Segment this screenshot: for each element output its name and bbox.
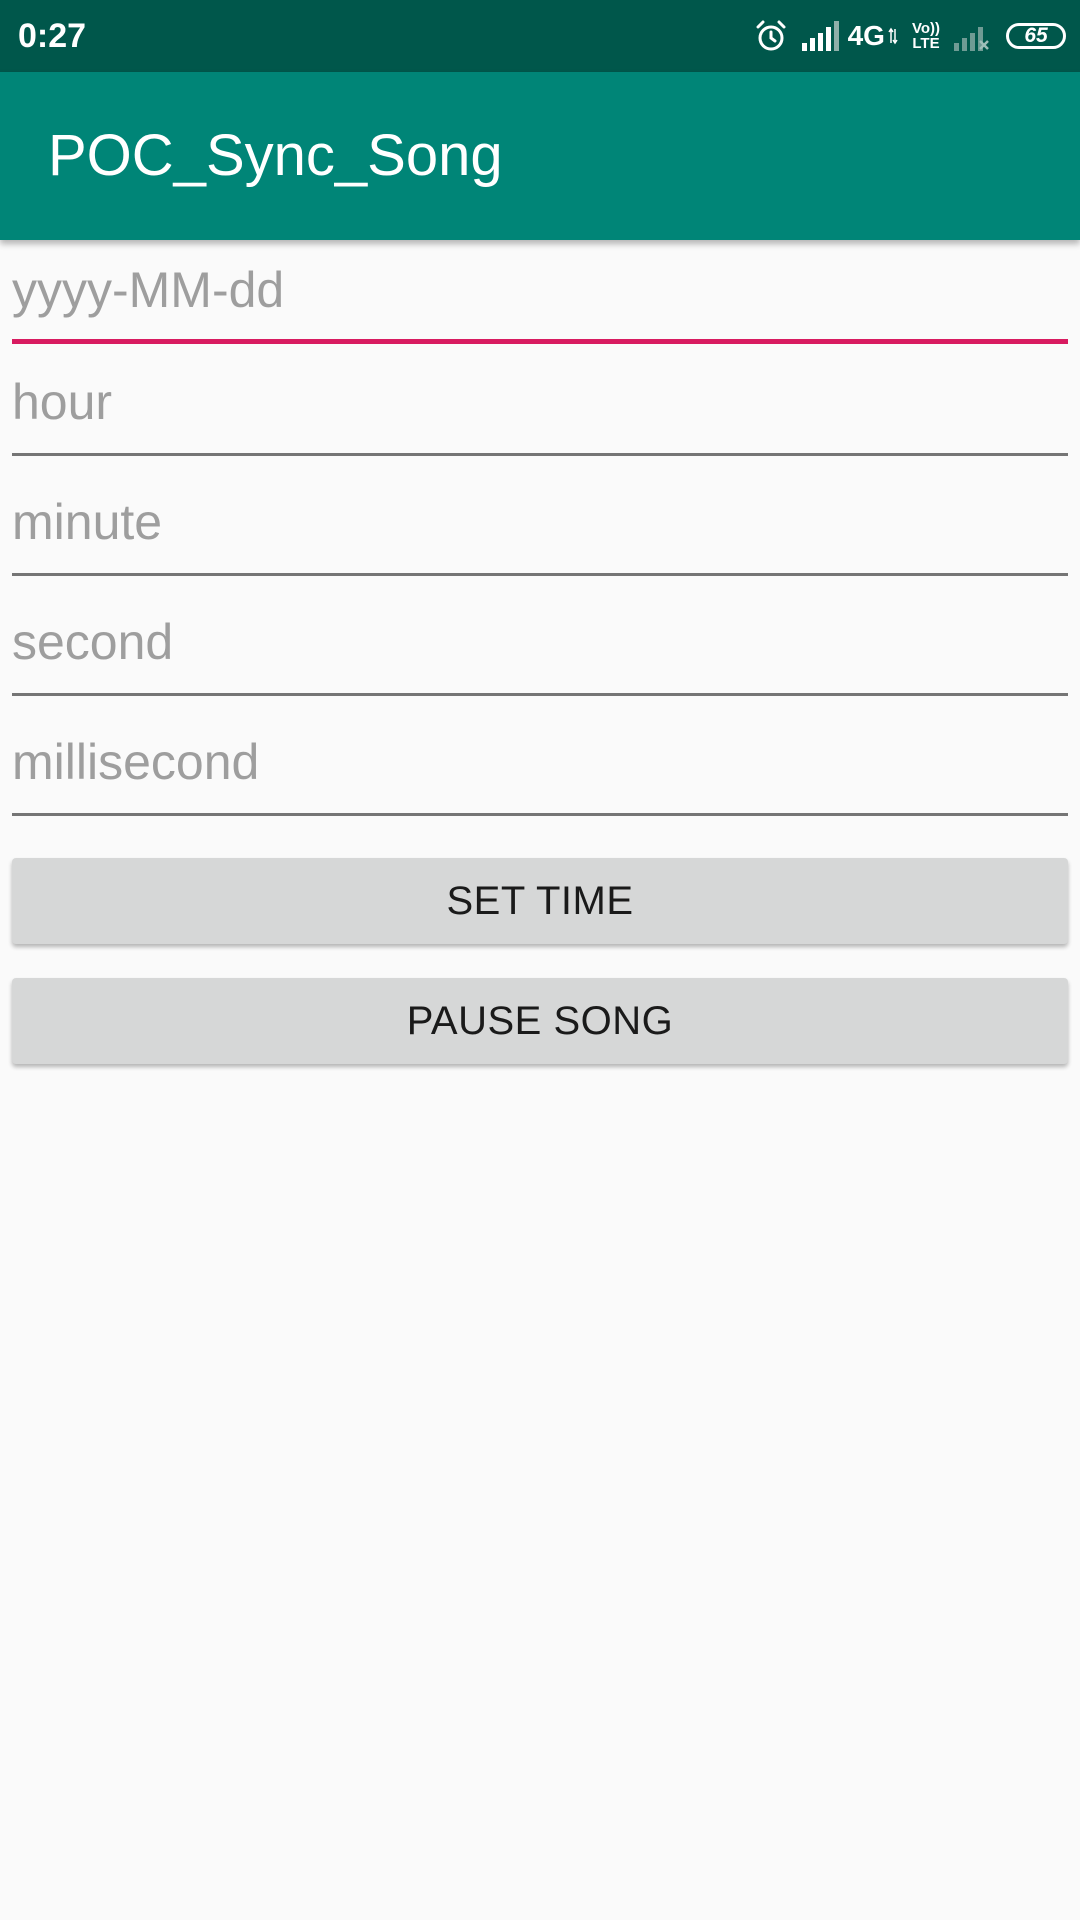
- network-type-label: 4G: [847, 20, 885, 51]
- date-input[interactable]: [12, 244, 1068, 336]
- minute-field[interactable]: [12, 476, 1068, 576]
- battery-level: 65: [1024, 24, 1048, 47]
- millisecond-field-underline: [12, 813, 1068, 816]
- volte-bottom-label: LTE: [912, 35, 940, 52]
- status-time: 0:27: [18, 17, 87, 55]
- date-field[interactable]: [12, 244, 1068, 344]
- battery-icon: 65: [1006, 23, 1066, 49]
- second-field[interactable]: [12, 596, 1068, 696]
- data-arrows-icon: [888, 27, 898, 45]
- millisecond-field[interactable]: [12, 716, 1068, 816]
- hour-field[interactable]: [12, 356, 1068, 456]
- second-field-underline: [12, 693, 1068, 696]
- hour-input[interactable]: [12, 356, 1068, 448]
- status-bar: 0:27 4G Vo)) LTE 65: [0, 0, 1080, 72]
- millisecond-input[interactable]: [12, 716, 1068, 808]
- status-icons: 4G Vo)) LTE 65: [754, 14, 1066, 58]
- alarm-icon: [754, 19, 788, 53]
- hour-field-underline: [12, 453, 1068, 456]
- volte-top-label: Vo)): [911, 20, 940, 37]
- signal-no-service-icon: [954, 21, 990, 51]
- pause-song-button[interactable]: PAUSE SONG: [12, 978, 1068, 1064]
- second-input[interactable]: [12, 596, 1068, 688]
- minute-input[interactable]: [12, 476, 1068, 568]
- set-time-button[interactable]: SET TIME: [12, 858, 1068, 944]
- app-title: POC_Sync_Song: [48, 123, 503, 188]
- signal-icon: [801, 21, 840, 51]
- app-bar: POC_Sync_Song: [0, 72, 1080, 240]
- minute-field-underline: [12, 573, 1068, 576]
- volte-icon: Vo)) LTE: [912, 21, 940, 51]
- date-field-underline: [12, 339, 1068, 344]
